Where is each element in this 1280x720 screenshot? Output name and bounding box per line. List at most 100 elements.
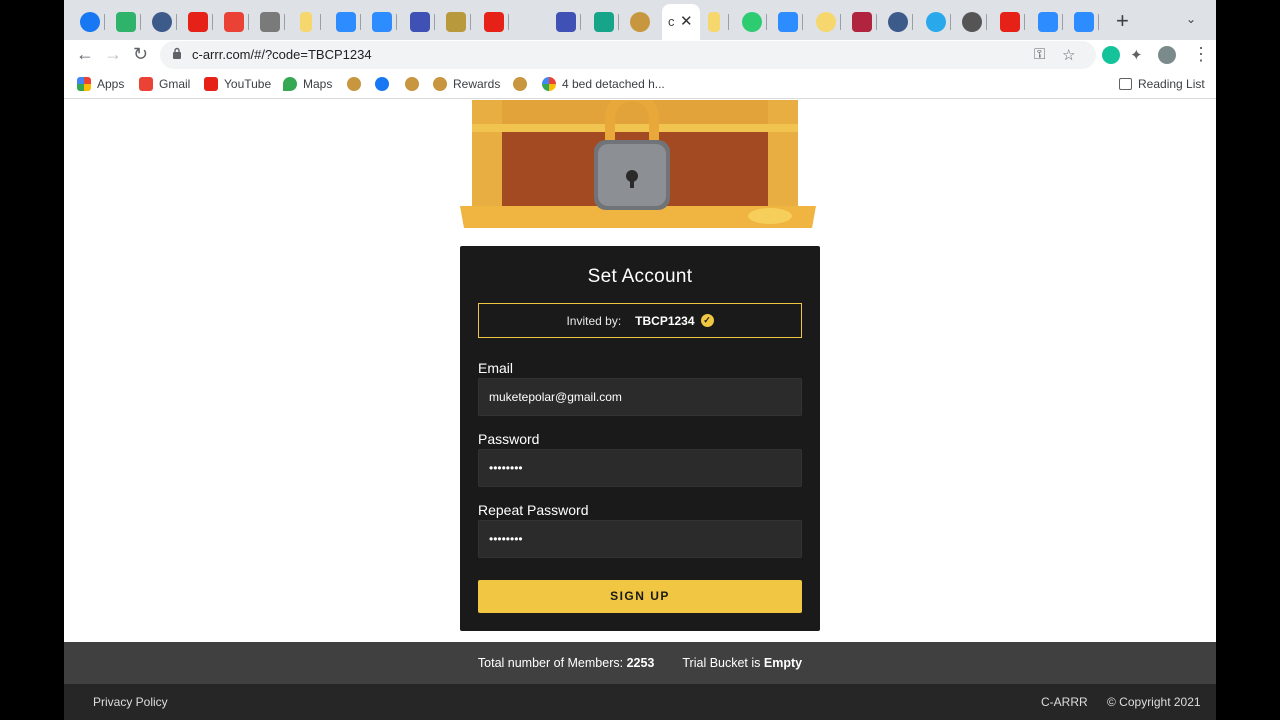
tab-separator <box>950 14 951 30</box>
tab-separator <box>986 14 987 30</box>
tab-separator <box>434 14 435 30</box>
facebook-tab-icon[interactable] <box>80 12 100 32</box>
bookmark-label: Apps <box>97 77 125 91</box>
reading-list-button[interactable]: Reading List <box>1119 77 1205 91</box>
zoom-tab-icon[interactable] <box>372 12 392 32</box>
repeat-password-field[interactable]: •••••••• <box>478 520 802 558</box>
bookmark-label: 4 bed detached h... <box>562 77 665 91</box>
grammarly-extension-icon[interactable] <box>1102 46 1120 64</box>
new-tab-button[interactable]: + <box>1116 8 1129 34</box>
clock-tab-icon[interactable] <box>962 12 982 32</box>
telegram-tab-icon[interactable] <box>926 12 946 32</box>
password-label: Password <box>478 431 540 447</box>
coin-icon <box>347 77 361 91</box>
bookmark-coin[interactable] <box>347 77 361 91</box>
coin-icon <box>513 77 527 91</box>
tab-separator <box>360 14 361 30</box>
reload-icon[interactable]: ↻ <box>133 44 148 65</box>
tab-separator <box>284 14 285 30</box>
youtube-tab-icon[interactable] <box>1000 12 1020 32</box>
back-arrow-icon[interactable]: ← <box>76 44 94 65</box>
tab-search-chevron-icon[interactable]: ⌄ <box>1186 12 1196 26</box>
tab-separator <box>766 14 767 30</box>
tab-separator <box>140 14 141 30</box>
bookmark-gmail[interactable]: Gmail <box>139 77 190 91</box>
privacy-policy-link[interactable]: Privacy Policy <box>93 695 168 709</box>
lock-icon[interactable] <box>172 47 182 59</box>
bookmark-apps[interactable]: Apps <box>77 77 124 91</box>
youtube-tab-icon[interactable] <box>484 12 504 32</box>
youtube-icon <box>204 77 218 91</box>
at-sign-tab-icon[interactable] <box>556 12 576 32</box>
url-text[interactable]: c-arrr.com/#/?code=TBCP1234 <box>192 47 372 62</box>
form-title: Set Account <box>587 266 693 287</box>
invited-by-label: Invited by: <box>566 313 622 328</box>
bookmark-label: Maps <box>303 77 333 91</box>
repeat-password-label: Repeat Password <box>478 502 589 518</box>
members-count: 2253 <box>626 656 655 670</box>
tab-separator <box>508 14 509 30</box>
zoom-tab-icon[interactable] <box>1074 12 1094 32</box>
trial-status: Empty <box>763 656 803 670</box>
tab-separator <box>1062 14 1063 30</box>
bookmark-youtube[interactable]: YouTube <box>204 77 271 91</box>
facebook-icon <box>375 77 389 91</box>
signup-card: Set Account Invited by: TBCP1234 ✓ Email… <box>460 246 820 631</box>
tab-separator <box>320 14 321 30</box>
forward-arrow-icon[interactable]: → <box>104 44 122 65</box>
badge-tab-icon[interactable] <box>742 12 762 32</box>
tab-active[interactable]: c ✕ <box>662 4 700 40</box>
youtube-tab-icon[interactable] <box>188 12 208 32</box>
tab-separator <box>728 14 729 30</box>
invite-code: TBCP1234 <box>635 313 695 328</box>
coin-tab-icon[interactable] <box>816 12 836 32</box>
tab-separator <box>248 14 249 30</box>
bookmark-label: Rewards <box>453 77 501 91</box>
doc-tab-icon[interactable] <box>708 12 720 32</box>
close-tab-icon[interactable]: ✕ <box>680 12 693 30</box>
google-icon <box>542 77 556 91</box>
kebab-menu-icon[interactable]: ⋮ <box>1192 44 1210 65</box>
bookmark-coin[interactable] <box>405 77 419 91</box>
gmail-tab-icon[interactable] <box>224 12 244 32</box>
bird-tab-icon[interactable] <box>260 12 280 32</box>
active-tab-title: c <box>668 14 675 29</box>
bird-tab-icon[interactable] <box>116 12 136 32</box>
tab-separator <box>802 14 803 30</box>
bookmark-rewards[interactable]: Rewards <box>433 77 500 91</box>
star-icon[interactable]: ☆ <box>1062 46 1075 64</box>
at-sign-tab-icon[interactable] <box>410 12 430 32</box>
zoom-tab-icon[interactable] <box>778 12 798 32</box>
tab-separator <box>212 14 213 30</box>
tab-separator <box>1098 14 1099 30</box>
bookmark-house-search[interactable]: 4 bed detached h... <box>542 77 665 91</box>
rewards-icon <box>433 77 447 91</box>
bookmark-facebook[interactable] <box>375 77 389 91</box>
page-content: Set Account Invited by: TBCP1234 ✓ Email… <box>64 100 1216 720</box>
password-field[interactable]: •••••••• <box>478 449 802 487</box>
bookmark-maps[interactable]: Maps <box>283 77 332 91</box>
treasure-chest-image <box>460 100 816 228</box>
zoom-tab-icon[interactable] <box>336 12 356 32</box>
address-bar[interactable]: c-arrr.com/#/?code=TBCP1234 ⚿ ☆ <box>160 41 1096 69</box>
reading-list-icon <box>1119 78 1132 90</box>
gear-tab-icon[interactable] <box>152 12 172 32</box>
shield-tab-icon[interactable] <box>852 12 872 32</box>
bookmark-coin[interactable] <box>513 77 527 91</box>
puzzle-extensions-icon[interactable]: ✦ <box>1130 46 1143 64</box>
tab-separator <box>876 14 877 30</box>
doc-tab-icon[interactable] <box>300 12 312 32</box>
profile-avatar-icon[interactable] <box>1158 46 1176 64</box>
email-field[interactable]: muketepolar@gmail.com <box>478 378 802 416</box>
swap-tab-icon[interactable] <box>446 12 466 32</box>
sign-up-button[interactable]: SIGN UP <box>478 580 802 613</box>
bookmark-label: YouTube <box>224 77 272 91</box>
zoom-tab-icon[interactable] <box>1038 12 1058 32</box>
members-stat: Total number of Members: 2253 <box>478 656 654 670</box>
gear-tab-icon[interactable] <box>888 12 908 32</box>
coin-tab-icon[interactable] <box>630 12 650 32</box>
maps-icon <box>283 77 297 91</box>
k-tab-icon[interactable] <box>594 12 614 32</box>
members-label: Total number of Members: <box>477 656 627 670</box>
key-icon[interactable]: ⚿ <box>1034 46 1045 63</box>
